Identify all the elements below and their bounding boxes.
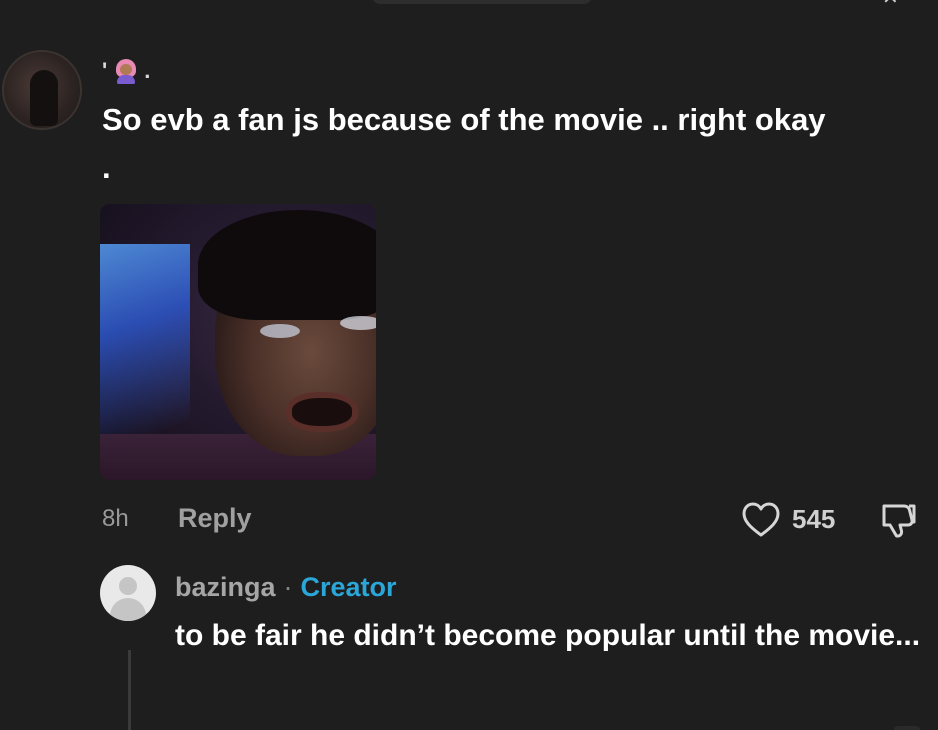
username-mark: ': [102, 58, 109, 83]
heart-icon[interactable]: [742, 502, 780, 538]
default-avatar-icon[interactable]: [100, 565, 156, 621]
reply-text: to be fair he didn’t become popular unti…: [175, 619, 921, 652]
reply-button[interactable]: Reply: [178, 502, 252, 534]
comment-text: So evb a fan js because of the movie .. …: [102, 102, 826, 185]
comments-screen: ✕ ' . So evb a fan js because of the mov…: [0, 0, 938, 730]
like-count: 545: [792, 504, 836, 534]
comment-image[interactable]: [100, 204, 376, 480]
bottom-remnant: [894, 726, 920, 730]
woman-pink-hair-emoji-icon: [112, 57, 140, 85]
close-icon[interactable]: ✕: [882, 0, 916, 8]
reply-username[interactable]: bazinga: [175, 572, 276, 603]
comment-timestamp: 8h: [102, 505, 129, 532]
reply-header: bazinga · Creator: [175, 570, 397, 604]
separator: ·: [283, 571, 293, 602]
comment-username[interactable]: ' .: [102, 54, 150, 88]
avatar-figure: [30, 70, 58, 126]
reply-thread-line: [128, 650, 131, 730]
creator-badge: Creator: [300, 571, 397, 602]
header-remnant: [372, 0, 592, 4]
username-suffix: .: [144, 58, 151, 83]
avatar[interactable]: [2, 50, 82, 130]
dislike-icon[interactable]: [878, 500, 918, 540]
